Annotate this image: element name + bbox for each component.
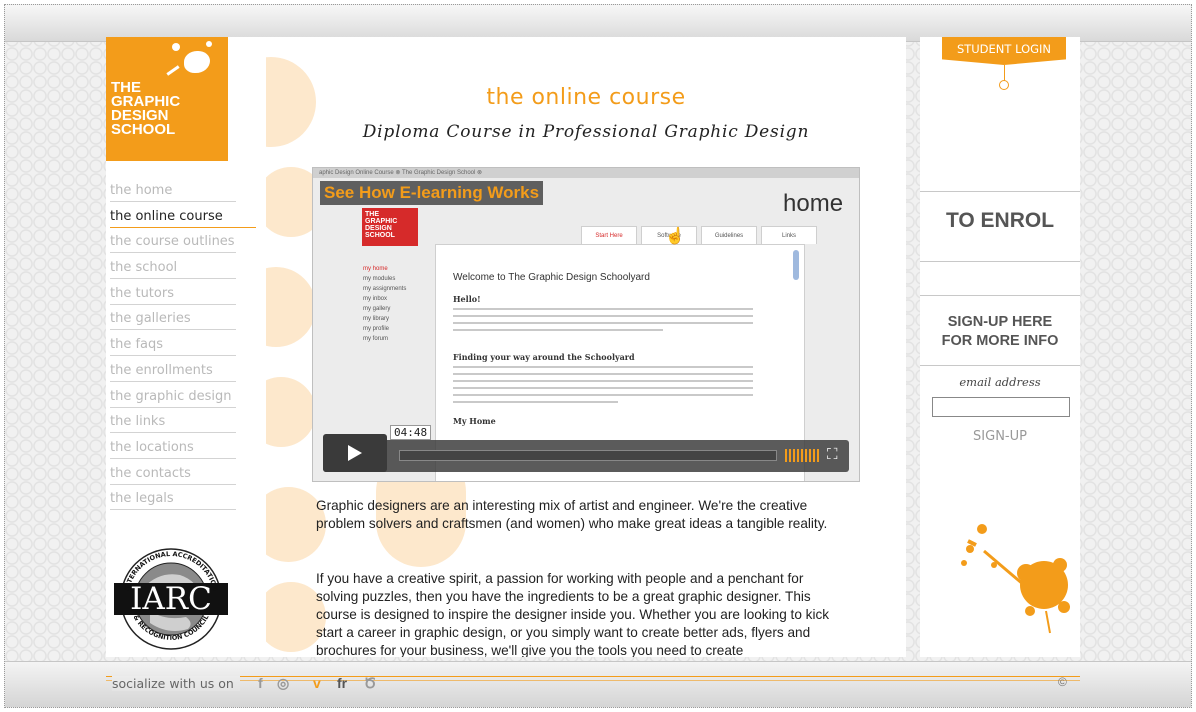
video-menu-item: my inbox (363, 296, 388, 302)
login-tag-ring (999, 80, 1009, 90)
divider (920, 295, 1080, 296)
video-menu-item: my modules (363, 276, 396, 282)
video-panel-scrollbar (793, 250, 799, 280)
divider (920, 191, 1080, 192)
fullscreen-icon[interactable]: ⛶ (827, 447, 838, 463)
nav-item-locations[interactable]: the locations (106, 439, 266, 465)
ink-splat-icon (961, 524, 1070, 634)
video-welcome-heading: Welcome to The Graphic Design Schoolyard (453, 272, 650, 283)
flickr-icon[interactable]: fr (337, 675, 347, 691)
video-page-title: home (783, 190, 844, 217)
ink-drop (206, 41, 212, 47)
to-enrol-link[interactable]: TO ENROL (920, 209, 1080, 233)
video-menu-item: my gallery (363, 306, 391, 312)
play-icon[interactable] (323, 434, 387, 472)
left-sidebar: THE GRAPHIC DESIGN SCHOOL the home the o… (106, 37, 266, 657)
nav-item-legals[interactable]: the legals (106, 490, 266, 516)
video-finding-heading: Finding your way around the Schoolyard (453, 352, 635, 362)
volume-icon[interactable] (785, 449, 819, 462)
student-login-button[interactable]: STUDENT LOGIN (942, 37, 1066, 65)
facebook-icon[interactable]: f (258, 675, 263, 691)
email-label: email address (959, 375, 1041, 389)
seal-acronym: IARC (130, 581, 212, 617)
divider (920, 261, 1080, 262)
video-progress-bar[interactable] (399, 450, 777, 461)
video-menu-item: my assignments (363, 286, 407, 292)
logo-text: THE GRAPHIC DESIGN SCHOOL (111, 79, 181, 138)
video-myhome-heading: My Home (453, 416, 496, 426)
video-menu-item: my forum (363, 336, 389, 342)
nav-item-galleries[interactable]: the galleries (106, 310, 266, 336)
page-title: the online course (486, 85, 686, 110)
video-paragraph-lines (453, 308, 753, 336)
main-content: the online course Diploma Course in Prof… (266, 37, 906, 657)
footer-rule (106, 676, 1080, 677)
video-duration: 04:48 (390, 425, 432, 440)
video-school-logo: THE GRAPHIC DESIGN SCHOOL (362, 208, 418, 246)
ink-splat-icon (184, 51, 210, 73)
socialize-label: socialize with us on (112, 676, 240, 691)
video-controls: 04:48 ⛶ (323, 425, 849, 472)
video-browser-tabs: aphic Design Online Course ⊗ The Graphic… (313, 168, 859, 178)
nav-item-online-course[interactable]: the online course (106, 208, 266, 234)
video-tab-guidelines: Guidelines (701, 226, 757, 244)
divider (920, 365, 1080, 366)
description-paragraph: If you have a creative spirit, a passion… (316, 571, 830, 657)
nav-item-course-outlines[interactable]: the course outlines (106, 233, 266, 259)
nav-item-school[interactable]: the school (106, 259, 266, 285)
intro-paragraph: Graphic designers are an interesting mix… (316, 498, 828, 531)
video-menu-item: my library (363, 316, 390, 322)
nav-item-tutors[interactable]: the tutors (106, 285, 266, 311)
vimeo-icon[interactable]: v (313, 675, 321, 691)
nav-item-graphic-design[interactable]: the graphic design (106, 388, 266, 414)
ink-streak (166, 65, 180, 76)
nav-item-enrollments[interactable]: the enrollments (106, 362, 266, 388)
decor-circle (266, 377, 316, 447)
video-menu-item: my profile (363, 326, 390, 332)
ink-drop (172, 43, 180, 51)
school-logo[interactable]: THE GRAPHIC DESIGN SCHOOL (106, 37, 228, 161)
login-tag-string (1004, 65, 1005, 81)
elearning-video-player[interactable]: aphic Design Online Course ⊗ The Graphic… (312, 167, 860, 482)
video-menu-item: my home (363, 266, 388, 272)
video-hello-heading: Hello! (453, 294, 481, 304)
decor-circle (266, 267, 316, 347)
right-sidebar: STUDENT LOGIN TO ENROL SIGN-UP HERE FOR … (920, 37, 1080, 657)
hand-cursor-icon: ☝ (665, 228, 685, 245)
nav-item-home[interactable]: the home (106, 182, 266, 208)
video-side-menu: my home my modules my assignments my inb… (363, 264, 406, 344)
video-heading: See How E-learning Works (320, 181, 544, 205)
owl-icon[interactable]: Ծ (364, 675, 376, 692)
page-subtitle: Diploma Course in Professional Graphic D… (362, 122, 810, 142)
video-tab-links: Links (761, 226, 817, 244)
email-field[interactable] (932, 397, 1070, 417)
copyright: © (1058, 675, 1067, 689)
signup-button[interactable]: SIGN-UP (960, 429, 1040, 444)
nav-item-links[interactable]: the links (106, 413, 266, 439)
video-tab-start-here: Start Here (581, 226, 637, 244)
nav-item-contacts[interactable]: the contacts (106, 465, 266, 491)
instagram-icon[interactable]: ◎ (277, 675, 289, 692)
iarc-accreditation-seal[interactable]: IARC INTERNATIONAL ACCREDITATION & RECOG… (110, 537, 232, 655)
main-nav: the home the online course the course ou… (106, 182, 266, 516)
video-paragraph-lines (453, 366, 753, 408)
signup-heading: SIGN-UP HERE FOR MORE INFO (941, 314, 1059, 349)
footer-rule (106, 680, 1080, 681)
nav-item-faqs[interactable]: the faqs (106, 336, 266, 362)
